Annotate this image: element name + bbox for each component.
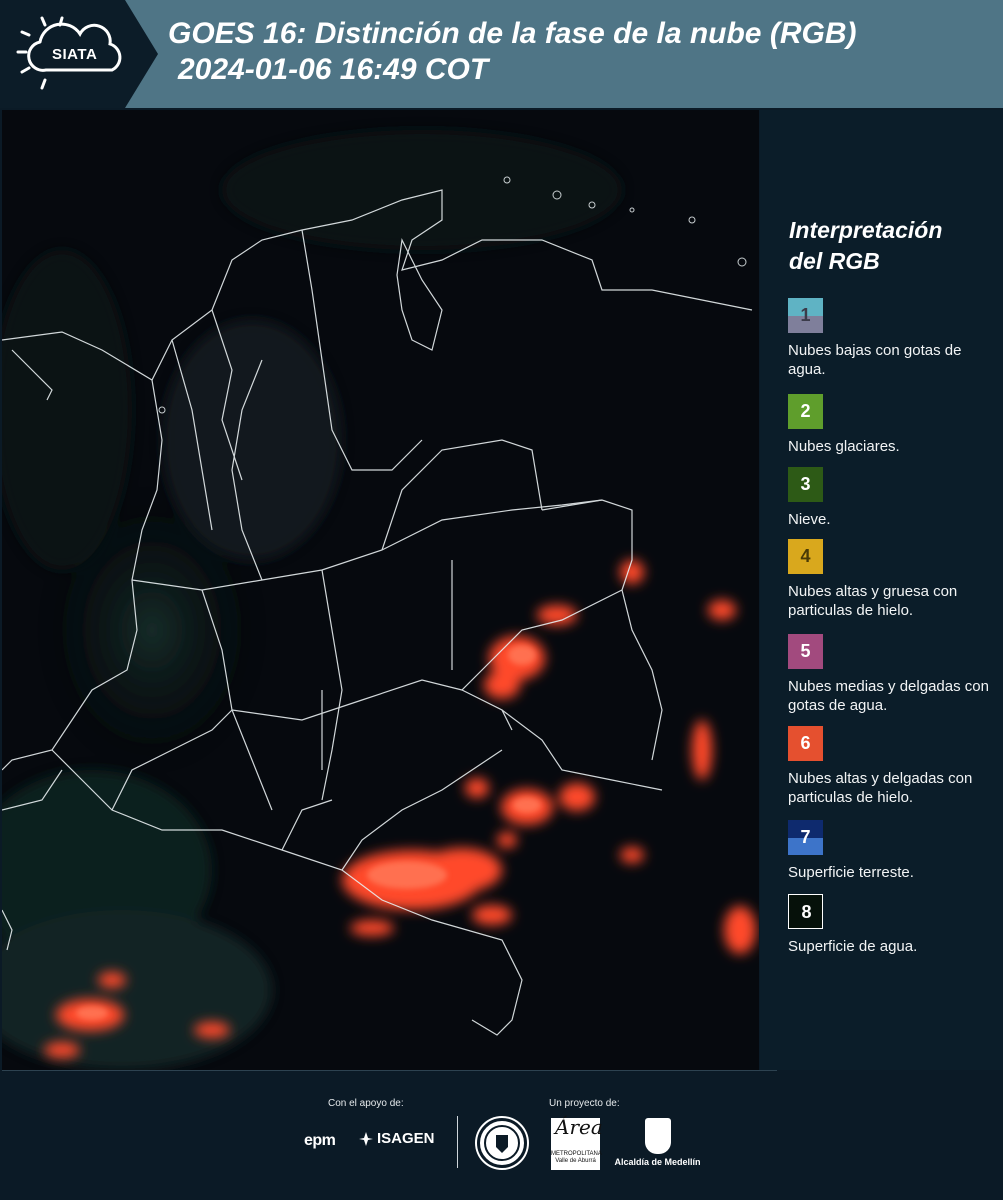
legend-item-3: 3 Nieve.	[788, 467, 998, 529]
legend-number-7: 7	[800, 827, 811, 847]
legend-label-4: Nubes altas y gruesa con particulas de h…	[788, 583, 958, 619]
footer-vertical-divider	[457, 1116, 458, 1168]
legend-item-2: 2 Nubes glaciares.	[788, 394, 998, 456]
legend-label-1: Nubes bajas con gotas de agua.	[788, 342, 962, 378]
legend-item-1: 1 Nubes bajas con gotas de agua.	[788, 298, 998, 379]
legend-number-1: 1	[800, 305, 811, 325]
project-label: Un proyecto de:	[549, 1098, 620, 1109]
legend-number-5: 5	[800, 641, 811, 661]
legend-number-2: 2	[800, 401, 811, 421]
university-seal-icon	[477, 1118, 527, 1168]
legend-swatch-8: 8	[788, 894, 823, 929]
rgb-satellite-image	[2, 110, 759, 1070]
legend-swatch-6: 6	[788, 726, 823, 761]
satellite-map	[2, 110, 759, 1070]
epm-logo: epm	[304, 1132, 336, 1149]
legend-label-6: Nubes altas y delgadas con particulas de…	[788, 770, 973, 806]
legend-item-7: 7 Superficie terreste.	[788, 820, 998, 882]
legend-item-4: 4 Nubes altas y gruesa con particulas de…	[788, 539, 998, 620]
medellin-label: Alcaldía de Medellín	[614, 1157, 701, 1167]
legend-swatch-5: 5	[788, 634, 823, 669]
isagen-icon	[359, 1131, 373, 1146]
legend-title-line-1: Interpretación	[789, 217, 943, 243]
legend-number-4: 4	[800, 546, 811, 566]
legend-title-line-2: del RGB	[789, 248, 880, 274]
alcaldia-medellin-logo: Alcaldía de Medellín	[610, 1118, 705, 1167]
title-line-2: 2024-01-06 16:49 COT	[178, 53, 489, 86]
legend-number-8: 8	[801, 902, 812, 922]
header-bar: SIATA GOES 16: Distinción de la fase de …	[0, 0, 1003, 108]
isagen-text: ISAGEN	[377, 1130, 435, 1147]
legend-label-2: Nubes glaciares.	[788, 438, 900, 455]
legend-panel: Interpretación del RGB 1 Nubes bajas con…	[760, 110, 1003, 1070]
legend-title: Interpretación del RGB	[789, 215, 989, 277]
legend-label-5: Nubes medias y delgadas con gotas de agu…	[788, 678, 989, 714]
metro-script-text: Área	[555, 1115, 603, 1139]
siata-logo: SIATA	[0, 0, 160, 108]
support-label: Con el apoyo de:	[328, 1098, 404, 1109]
legend-label-3: Nieve.	[788, 511, 831, 528]
legend-label-8: Superficie de agua.	[788, 938, 918, 955]
legend-label-7: Superficie terreste.	[788, 864, 914, 881]
legend-item-8: 8 Superficie de agua.	[788, 894, 998, 956]
legend-swatch-7: 7	[788, 820, 823, 855]
legend-swatch-3: 3	[788, 467, 823, 502]
area-metropolitana-logo: Área METROPOLITANA Valle de Aburrá	[551, 1115, 603, 1170]
footer: Con el apoyo de: Un proyecto de: epm ISA…	[0, 1070, 1003, 1200]
page-title: GOES 16: Distinción de la fase de la nub…	[168, 16, 988, 88]
medellin-shield-icon	[644, 1118, 671, 1154]
metro-caption: METROPOLITANA Valle de Aburrá	[551, 1151, 602, 1164]
legend-swatch-2: 2	[788, 394, 823, 429]
legend-number-6: 6	[800, 733, 811, 753]
legend-swatch-1: 1	[788, 298, 823, 333]
footer-divider-line	[2, 1070, 777, 1071]
title-line-1: GOES 16: Distinción de la fase de la nub…	[168, 17, 857, 50]
legend-item-5: 5 Nubes medias y delgadas con gotas de a…	[788, 634, 998, 715]
legend-number-3: 3	[800, 474, 811, 494]
logo-text: SIATA	[52, 46, 98, 63]
legend-swatch-4: 4	[788, 539, 823, 574]
isagen-logo: ISAGEN	[358, 1130, 435, 1147]
legend-item-6: 6 Nubes altas y delgadas con particulas …	[788, 726, 998, 807]
